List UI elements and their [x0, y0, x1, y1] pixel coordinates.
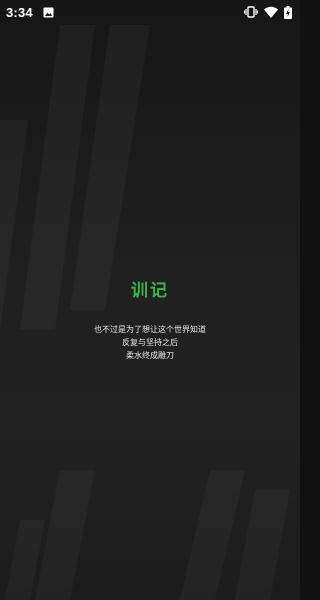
splash-screen: 3:34 训记 也不过是为了想让这个世界知道 反复与坚持之后 柔水终成雕刀 — [0, 0, 300, 600]
status-bar: 3:34 — [0, 0, 300, 24]
app-title: 训记 — [131, 281, 169, 301]
tagline-line-1: 也不过是为了想让这个世界知道 — [94, 325, 206, 334]
battery-charging-icon — [284, 5, 292, 19]
tagline-line-3: 柔水终成雕刀 — [126, 351, 174, 360]
vibrate-icon — [244, 6, 258, 18]
splash-content: 训记 也不过是为了想让这个世界知道 反复与坚持之后 柔水终成雕刀 — [0, 276, 300, 362]
image-icon — [43, 7, 54, 18]
wifi-icon — [264, 6, 278, 18]
status-time: 3:34 — [6, 4, 33, 20]
tagline-line-2: 反复与坚持之后 — [122, 338, 178, 347]
